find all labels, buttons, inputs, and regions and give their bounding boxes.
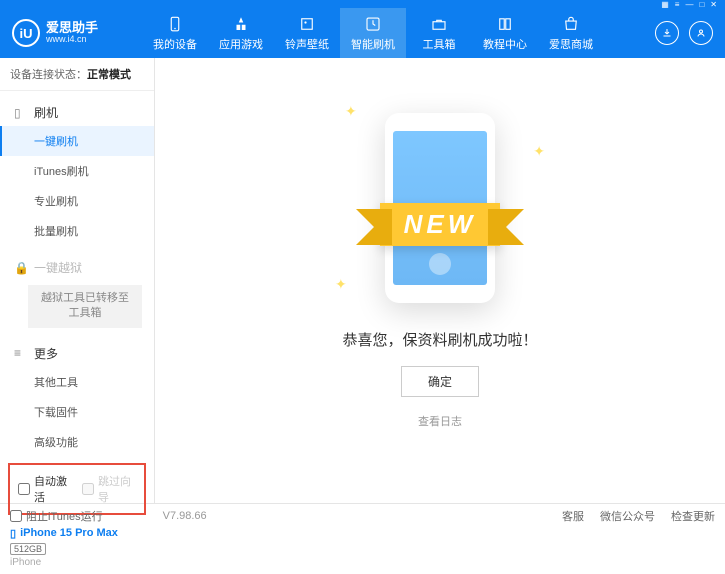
skip-guide-checkbox[interactable]: 跳过向导 [82,473,136,505]
sidebar-item-batch[interactable]: 批量刷机 [0,216,154,246]
main-panel: ✦ ✦ ✦ NEW 恭喜您，保资料刷机成功啦！ 确定 查看日志 [155,58,725,503]
footer-wechat[interactable]: 微信公众号 [600,508,655,524]
header: iU 爱思助手 www.i4.cn 我的设备 应用游戏 铃声壁纸 智能刷机 工具… [0,8,725,58]
book-icon [496,15,514,33]
sidebar-item-advanced[interactable]: 高级功能 [0,427,154,457]
footer-update[interactable]: 检查更新 [671,508,715,524]
new-badge: NEW [380,203,501,246]
sidebar-section-flash[interactable]: ▯ 刷机 [0,99,154,126]
device-type: iPhone [10,557,144,568]
nav-tutorial[interactable]: 教程中心 [472,8,538,58]
sidebar-section-more[interactable]: ≡ 更多 [0,340,154,367]
maximize-icon[interactable]: □ [699,0,704,9]
connection-status: 设备连接状态：正常模式 [0,58,154,91]
logo: iU 爱思助手 www.i4.cn [12,19,142,47]
sidebar-item-download-fw[interactable]: 下载固件 [0,397,154,427]
app-title: 爱思助手 [46,21,98,35]
toolbox-icon [430,15,448,33]
success-illustration: ✦ ✦ ✦ NEW [385,113,495,303]
download-button[interactable] [655,21,679,45]
titlebar: ▦ ≡ — □ ✕ [0,0,725,8]
sidebar-item-itunes[interactable]: iTunes刷机 [0,156,154,186]
app-subtitle: www.i4.cn [46,35,98,45]
user-button[interactable] [689,21,713,45]
nav-toolbox[interactable]: 工具箱 [406,8,472,58]
confirm-button[interactable]: 确定 [401,366,479,397]
auto-activate-checkbox[interactable]: 自动激活 [18,473,72,505]
phone-small-icon: ▯ [14,106,28,120]
nav-store[interactable]: 爱思商城 [538,8,604,58]
close-icon[interactable]: ✕ [710,0,717,9]
top-nav: 我的设备 应用游戏 铃声壁纸 智能刷机 工具箱 教程中心 爱思商城 [142,8,655,58]
view-log-link[interactable]: 查看日志 [418,413,462,429]
list-icon: ≡ [14,346,28,360]
logo-icon: iU [12,19,40,47]
nav-flash[interactable]: 智能刷机 [340,8,406,58]
jailbreak-moved-note: 越狱工具已转移至工具箱 [28,285,142,328]
version-label: V7.98.66 [163,510,207,522]
sidebar-section-jailbreak: 🔒 一键越狱 [0,254,154,281]
phone-icon [166,15,184,33]
store-icon [562,15,580,33]
device-icon: ▯ [10,527,16,540]
nav-ringtone[interactable]: 铃声壁纸 [274,8,340,58]
device-storage: 512GB [10,543,46,555]
sidebar: 设备连接状态：正常模式 ▯ 刷机 一键刷机 iTunes刷机 专业刷机 批量刷机… [0,58,155,503]
flash-icon [364,15,382,33]
sidebar-item-other-tools[interactable]: 其他工具 [0,367,154,397]
apps-icon [232,15,250,33]
block-itunes-checkbox[interactable]: 阻止iTunes运行 [10,508,103,524]
skin-icon[interactable]: ▦ [661,0,669,9]
sidebar-item-oneclick[interactable]: 一键刷机 [0,126,154,156]
menu-icon[interactable]: ≡ [675,0,680,9]
nav-my-device[interactable]: 我的设备 [142,8,208,58]
minimize-icon[interactable]: — [685,0,693,9]
wallpaper-icon [298,15,316,33]
success-message: 恭喜您，保资料刷机成功啦！ [342,329,537,350]
lock-icon: 🔒 [14,261,28,275]
sidebar-item-pro[interactable]: 专业刷机 [0,186,154,216]
device-name: iPhone 15 Pro Max [20,527,118,539]
device-info: ▯ iPhone 15 Pro Max 512GB iPhone [0,521,154,574]
footer-support[interactable]: 客服 [562,508,584,524]
nav-apps[interactable]: 应用游戏 [208,8,274,58]
